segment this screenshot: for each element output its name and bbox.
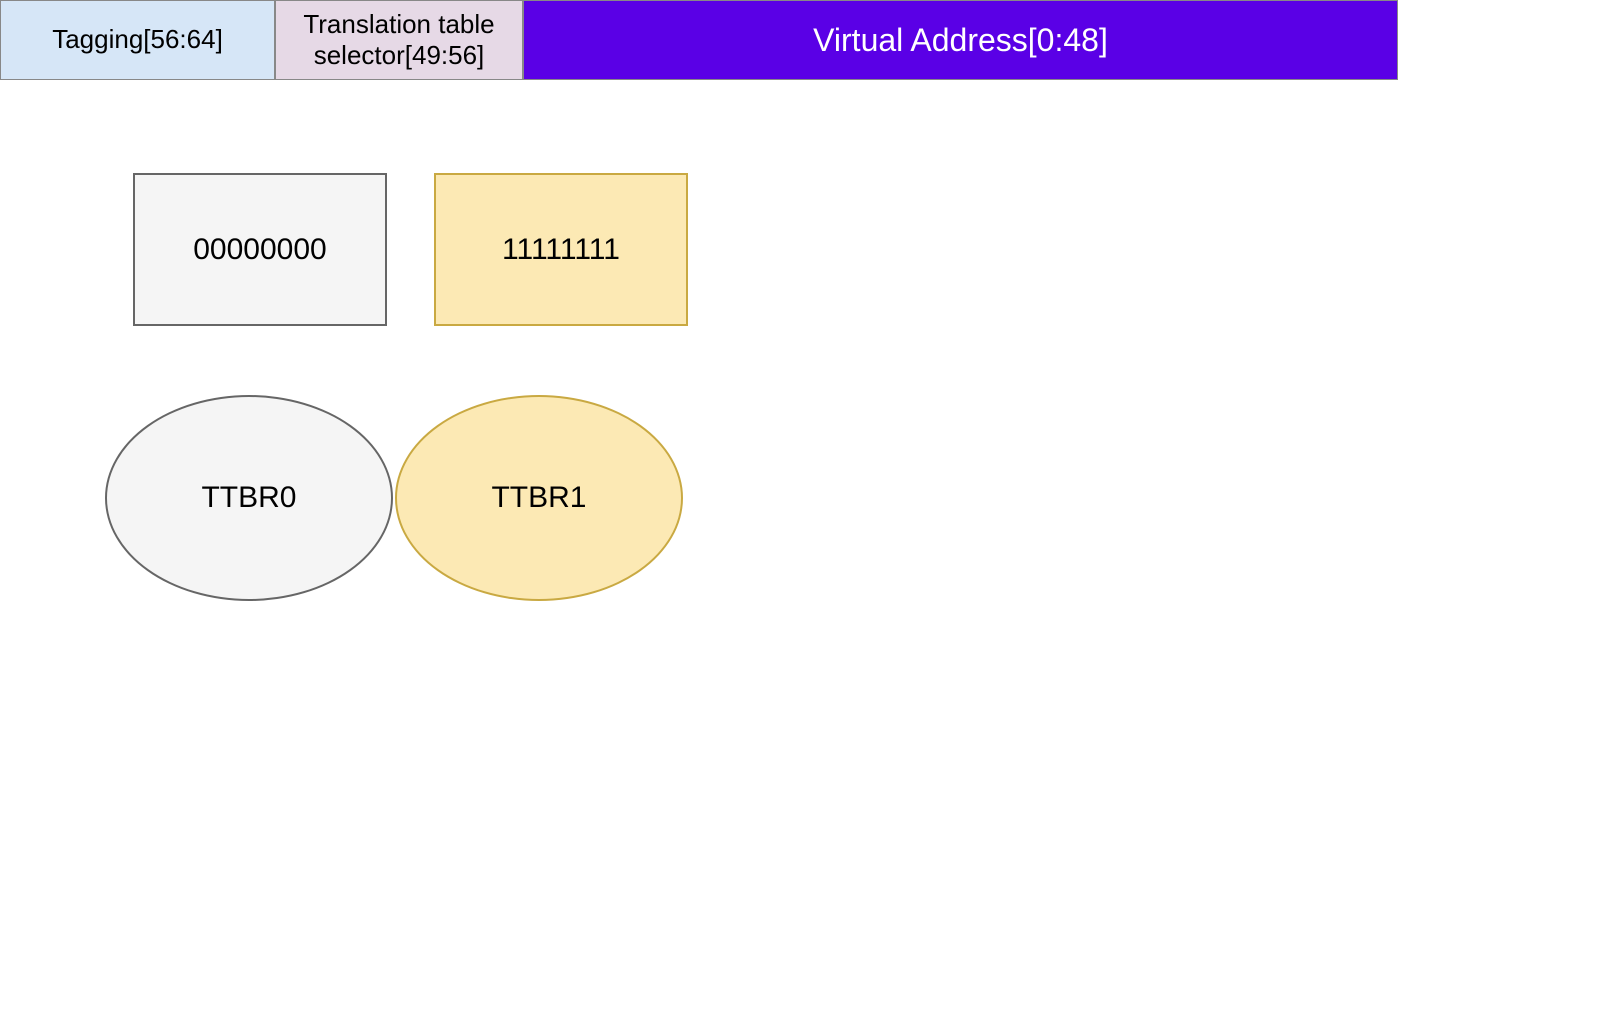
address-bit-layout: Tagging[56:64] Translation table selecto… [0,0,1398,80]
selector-value-zeros: 00000000 [133,173,387,326]
segment-virtual-address: Virtual Address[0:48] [523,0,1398,80]
segment-translation-table-selector: Translation table selector[49:56] [275,0,523,80]
selector-value-ones: 11111111 [434,173,688,326]
register-ttbr0: TTBR0 [105,395,393,601]
register-ttbr1: TTBR1 [395,395,683,601]
segment-tagging: Tagging[56:64] [0,0,275,80]
